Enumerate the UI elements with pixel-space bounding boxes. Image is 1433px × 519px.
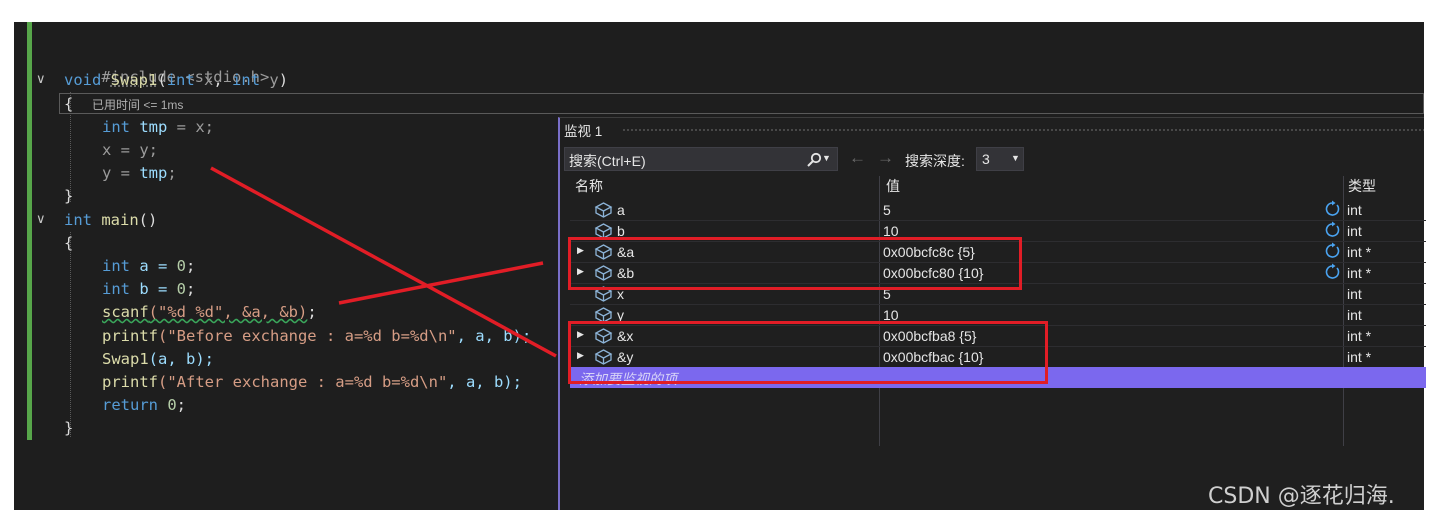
watermark: CSDN @逐花归海. [1208,484,1395,509]
annotation-cross-lines [210,166,557,358]
annotation-strike-line [210,166,557,358]
annotation-strike-line [338,261,544,305]
